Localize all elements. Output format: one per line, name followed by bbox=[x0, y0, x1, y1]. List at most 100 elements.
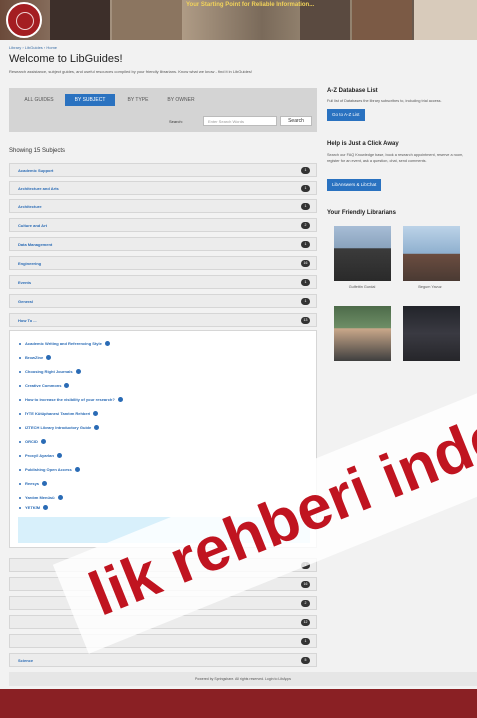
subject-row[interactable]: Engineering 16 bbox=[9, 256, 317, 270]
help-title: Help is Just a Click Away bbox=[327, 141, 399, 147]
librarian-photo[interactable] bbox=[403, 226, 460, 281]
subject-name: Culture and Art bbox=[18, 223, 47, 228]
guide-link[interactable]: Choosing Right Journals bbox=[19, 369, 81, 375]
az-database-text: Full list of Databases the library subsc… bbox=[327, 99, 442, 103]
info-icon[interactable] bbox=[74, 467, 80, 473]
page-title: Welcome to LibGuides! bbox=[9, 53, 123, 65]
info-icon[interactable] bbox=[40, 439, 46, 445]
librarians-title: Your Friendly Librarians bbox=[327, 210, 396, 216]
info-icon[interactable] bbox=[57, 453, 63, 459]
subject-name: Academic Support bbox=[18, 168, 54, 173]
guide-link[interactable]: How to increase the visibility of your r… bbox=[19, 397, 123, 403]
guide-link[interactable]: YETKİM bbox=[19, 505, 49, 511]
subject-name: General bbox=[18, 299, 33, 304]
guide-link[interactable]: Publishing Open Access bbox=[19, 467, 80, 473]
subject-row[interactable]: Data Management 1 bbox=[9, 237, 317, 251]
guide-count-badge: 2 bbox=[301, 222, 310, 229]
bottom-bar bbox=[0, 689, 477, 718]
bullet-icon bbox=[19, 412, 21, 415]
guide-count-badge: 13 bbox=[301, 317, 310, 324]
bullet-icon bbox=[19, 454, 21, 457]
info-icon[interactable] bbox=[104, 341, 110, 347]
guide-count-badge: 1 bbox=[301, 241, 310, 248]
subject-row[interactable]: 1 bbox=[9, 634, 317, 648]
librarian-photo[interactable] bbox=[334, 226, 391, 281]
info-icon[interactable] bbox=[57, 495, 63, 501]
az-database-title: A-Z Database List bbox=[327, 88, 378, 94]
breadcrumb[interactable]: Library › LibGuides › Home bbox=[9, 45, 57, 50]
help-text: Search our FAQ Knowledge base, book a re… bbox=[327, 153, 464, 163]
info-icon[interactable] bbox=[64, 383, 70, 389]
bullet-icon bbox=[19, 482, 21, 485]
tab-all-guides[interactable]: ALL GUIDES bbox=[19, 94, 59, 106]
guide-count-badge: 1 bbox=[301, 638, 310, 645]
librarian-photo[interactable] bbox=[403, 306, 460, 361]
guide-count-badge: 1 bbox=[301, 185, 310, 192]
subject-row[interactable]: Architecture 1 bbox=[9, 199, 317, 213]
banner-tagline: Your Starting Point for Reliable Informa… bbox=[186, 2, 315, 8]
subject-row[interactable]: Academic Support 1 bbox=[9, 163, 317, 177]
footer: Powered by Springshare. All rights reser… bbox=[9, 672, 477, 686]
tab-by-owner[interactable]: BY OWNER bbox=[159, 94, 203, 106]
bullet-icon bbox=[19, 426, 21, 429]
subject-name: How To ... bbox=[18, 318, 37, 323]
guide-link[interactable]: IZTECH Library Introductory Guide bbox=[19, 425, 100, 431]
subject-name: Events bbox=[18, 280, 32, 285]
guide-tabs-panel: ALL GUIDES BY SUBJECT BY TYPE BY OWNER S… bbox=[9, 88, 317, 132]
subject-row[interactable]: General 1 bbox=[9, 294, 317, 308]
subject-name: Architecture bbox=[18, 204, 42, 209]
guide-link[interactable]: İYTE Kütüphanesi Tanıtım Rehberi bbox=[19, 411, 99, 417]
guide-link[interactable]: Academic Writing and Referencing Style bbox=[19, 341, 110, 347]
libanswers-button[interactable]: LibAnswers & LibChat bbox=[327, 179, 382, 191]
info-icon[interactable] bbox=[94, 425, 100, 431]
guide-count-badge: 1 bbox=[301, 167, 310, 174]
subject-row[interactable]: Culture and Art 2 bbox=[9, 218, 317, 232]
subject-name: Data Management bbox=[18, 242, 53, 247]
guide-count-badge: 1 bbox=[301, 203, 310, 210]
guide-count-badge: 16 bbox=[301, 581, 310, 588]
guide-count-badge: 2 bbox=[301, 600, 310, 607]
header-banner: Your Starting Point for Reliable Informa… bbox=[0, 0, 477, 40]
guide-link[interactable]: Yardım Menüsü bbox=[19, 495, 63, 501]
guide-count-badge: 1 bbox=[301, 298, 310, 305]
info-icon[interactable] bbox=[117, 397, 123, 403]
az-list-button[interactable]: Go to A-Z List bbox=[327, 109, 365, 121]
guide-link[interactable]: Reesys bbox=[19, 481, 48, 487]
bullet-icon bbox=[19, 370, 21, 373]
subject-row[interactable]: Science 5 bbox=[9, 653, 317, 667]
librarian-photo[interactable] bbox=[334, 306, 391, 361]
bullet-icon bbox=[19, 398, 21, 401]
subject-count: Showing 15 Subjects bbox=[9, 148, 66, 154]
info-icon[interactable] bbox=[75, 369, 81, 375]
info-icon[interactable] bbox=[43, 505, 49, 511]
bullet-icon bbox=[19, 384, 21, 387]
subject-name: Architecture and Arts bbox=[18, 186, 59, 191]
guide-count-badge: 12 bbox=[301, 619, 310, 626]
search-button[interactable]: Search bbox=[280, 116, 312, 126]
tab-by-type[interactable]: BY TYPE bbox=[119, 94, 157, 106]
guide-count-badge: 1 bbox=[301, 279, 310, 286]
guide-link[interactable]: Creative Commons bbox=[19, 383, 70, 389]
bullet-icon bbox=[19, 440, 21, 443]
guide-count-badge: 16 bbox=[301, 260, 310, 267]
subject-row-expanded[interactable]: How To ... 13 bbox=[9, 313, 317, 327]
bullet-icon bbox=[19, 506, 21, 509]
info-icon[interactable] bbox=[46, 355, 52, 361]
bullet-icon bbox=[19, 342, 21, 345]
search-input[interactable]: Enter Search Words bbox=[203, 116, 277, 126]
guide-link[interactable]: BrowZine bbox=[19, 355, 52, 361]
subject-row[interactable]: Events 1 bbox=[9, 275, 317, 289]
subject-name: Science bbox=[18, 658, 34, 663]
librarian-name: Begum Yavuz bbox=[418, 285, 442, 289]
guide-link[interactable]: ORCID bbox=[19, 439, 46, 445]
guide-link[interactable]: Proxy/I Ayarları bbox=[19, 453, 63, 459]
librarian-name: Gulfettin Gurdal bbox=[348, 285, 376, 289]
bullet-icon bbox=[19, 468, 21, 471]
bullet-icon bbox=[19, 496, 21, 499]
info-icon[interactable] bbox=[42, 481, 48, 487]
search-label: Search: bbox=[169, 119, 183, 124]
tab-by-subject[interactable]: BY SUBJECT bbox=[65, 94, 115, 106]
institution-logo[interactable] bbox=[6, 2, 42, 38]
info-icon[interactable] bbox=[93, 411, 99, 417]
subject-row[interactable]: Architecture and Arts 1 bbox=[9, 181, 317, 195]
